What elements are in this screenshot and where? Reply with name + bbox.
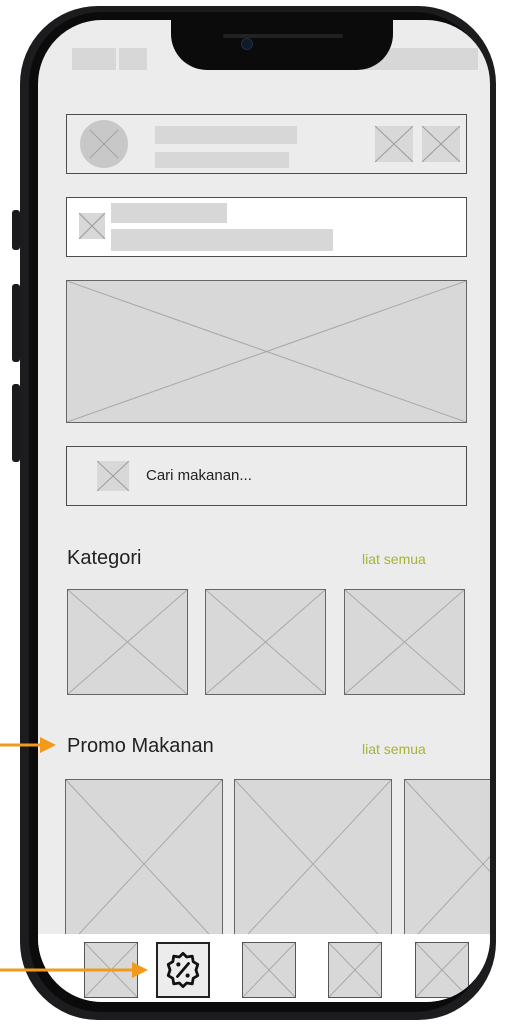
category-item[interactable]	[344, 589, 465, 695]
promo-see-all-link[interactable]: liat semua	[362, 741, 426, 757]
notch	[171, 20, 393, 70]
avatar[interactable]	[80, 120, 128, 168]
nav-item-home[interactable]	[84, 942, 138, 998]
nav-item-promo[interactable]	[156, 942, 210, 998]
status-time-placeholder	[72, 48, 116, 70]
bottom-nav	[38, 934, 490, 1002]
kategori-title: Kategori	[67, 547, 142, 569]
nav-item-orders[interactable]	[242, 942, 296, 998]
nav-item-chat[interactable]	[328, 942, 382, 998]
discount-badge-icon	[166, 951, 200, 989]
promo-banner[interactable]	[66, 280, 467, 423]
front-camera	[241, 38, 253, 50]
search-bar[interactable]: Cari makanan...	[66, 446, 467, 506]
mute-switch	[12, 210, 20, 250]
cart-icon[interactable]	[422, 126, 460, 162]
user-subtitle-placeholder	[155, 152, 289, 168]
header-card	[66, 114, 467, 174]
volume-down-button	[12, 384, 20, 462]
search-input[interactable]: Cari makanan...	[146, 467, 252, 484]
search-icon	[97, 461, 129, 491]
volume-up-button	[12, 284, 20, 362]
promo-item[interactable]	[404, 779, 490, 949]
status-signal-placeholder	[119, 48, 147, 70]
category-item[interactable]	[67, 589, 188, 695]
location-card[interactable]	[66, 197, 467, 257]
category-item[interactable]	[205, 589, 326, 695]
promo-item[interactable]	[234, 779, 392, 949]
promo-item[interactable]	[65, 779, 223, 949]
kategori-see-all-link[interactable]: liat semua	[362, 551, 426, 567]
location-label-placeholder	[111, 203, 227, 223]
notification-icon[interactable]	[375, 126, 413, 162]
phone-screen: Cari makanan... Kategori liat semua Prom…	[38, 20, 490, 1002]
speaker-grille	[223, 34, 343, 38]
location-icon	[79, 213, 105, 239]
location-address-placeholder	[111, 229, 333, 251]
user-name-placeholder	[155, 126, 297, 144]
promo-title: Promo Makanan	[67, 735, 214, 757]
nav-item-profile[interactable]	[415, 942, 469, 998]
